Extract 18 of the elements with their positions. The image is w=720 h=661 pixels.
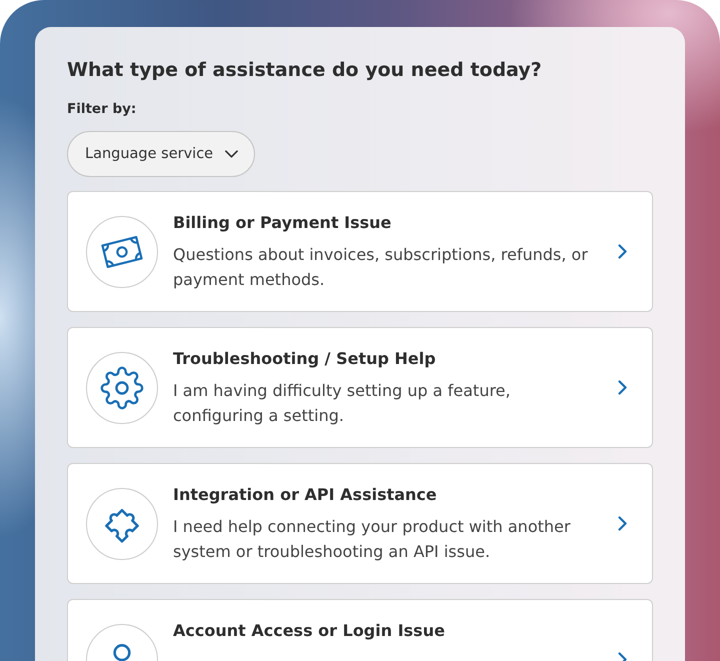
option-description: I need help connecting your product with another system or troubleshooting an API issue. xyxy=(173,516,572,563)
page-title: What type of assistance do you need today? xyxy=(67,58,543,83)
chevron-right-icon xyxy=(618,244,627,259)
chevron-right-icon xyxy=(618,516,627,531)
option-title: Integration or API Assistance xyxy=(173,484,438,506)
option-title: Troubleshooting / Setup Help xyxy=(173,348,437,370)
option-description: I am having difficulty setting up a feature, configuring a setting. xyxy=(173,380,512,427)
filter-label: Filter by: xyxy=(67,100,138,119)
assistance-option-card[interactable]: Account Access or Login Issue xyxy=(67,599,653,661)
assistance-option-card[interactable]: Integration or API Assistance I need help connecting your product with another system or troubleshooting an API issue. xyxy=(67,463,653,584)
option-description: Questions about invoices, subscriptions, refunds, or payment methods. xyxy=(173,244,589,291)
filter-dropdown[interactable]: Language service xyxy=(67,131,256,177)
chevron-down-icon xyxy=(225,150,238,158)
assistance-option-card[interactable]: Troubleshooting / Setup Help I am having difficulty setting up a feature, configuring a setting. xyxy=(67,327,653,448)
option-title: Billing or Payment Issue xyxy=(173,212,392,234)
option-title: Account Access or Login Issue xyxy=(173,620,446,642)
assistance-option-card[interactable]: Billing or Payment Issue Questions about invoices, subscriptions, refunds, or payment methods. xyxy=(67,191,653,312)
chevron-right-icon xyxy=(618,380,627,395)
